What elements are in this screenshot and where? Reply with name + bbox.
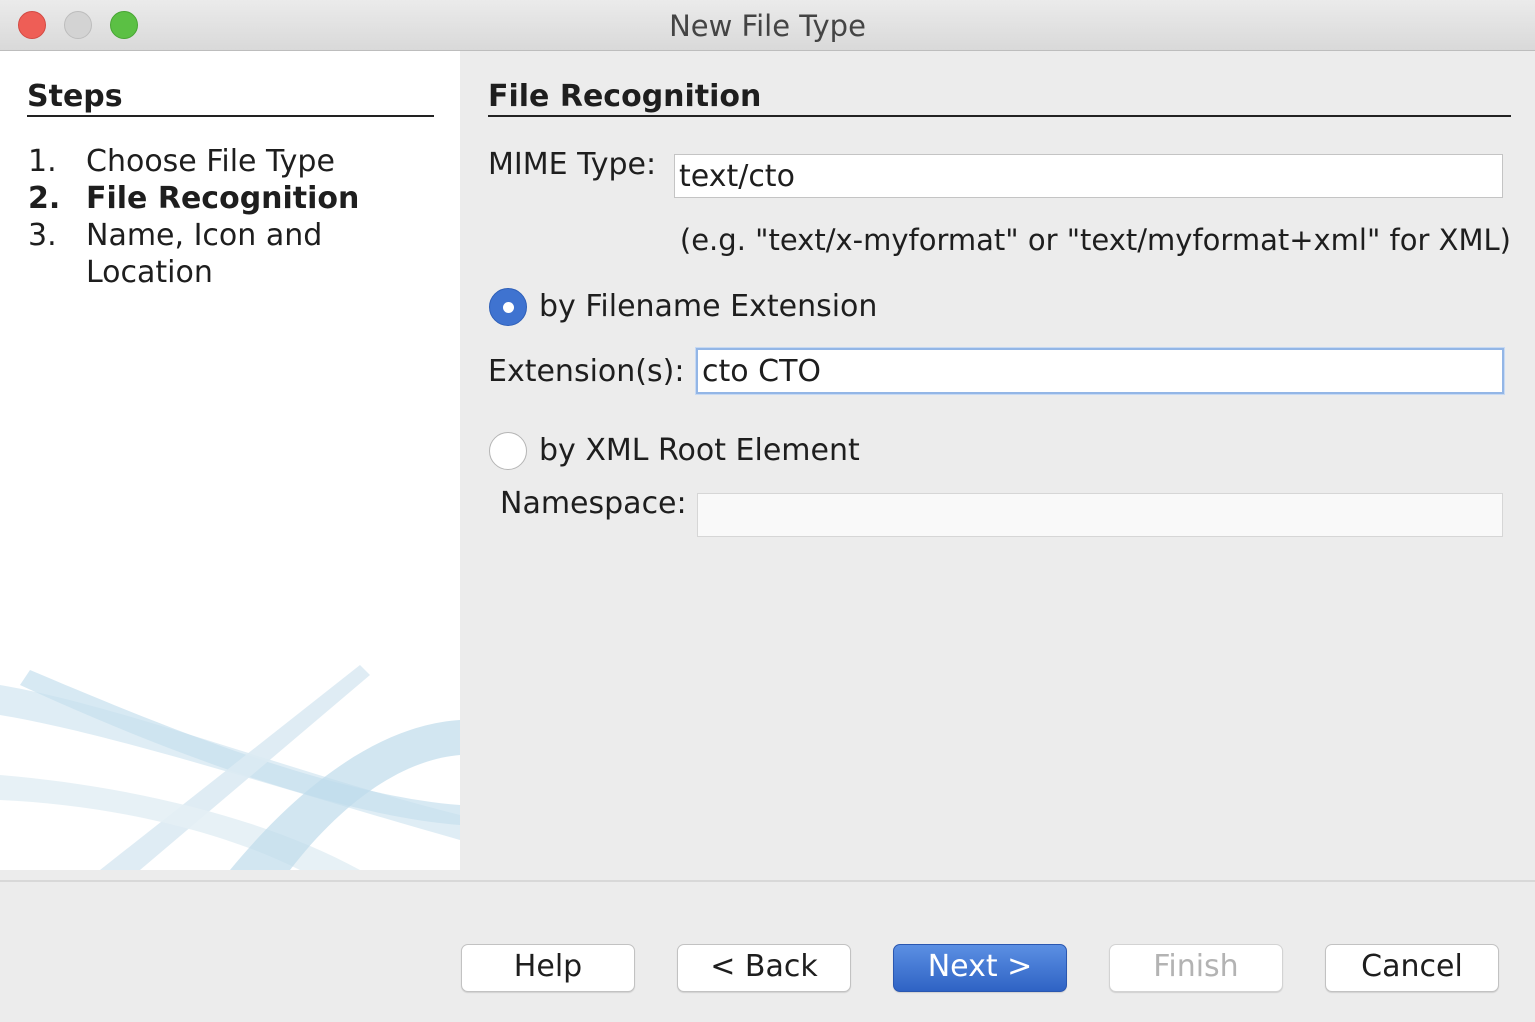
steps-panel: Steps 1. Choose File Type 2. File Recogn…	[0, 51, 460, 870]
extensions-label: Extension(s):	[488, 354, 685, 389]
back-button[interactable]: < Back	[677, 944, 851, 992]
step-number: 1.	[28, 144, 57, 179]
step-number: 2.	[28, 181, 61, 216]
cancel-button[interactable]: Cancel	[1325, 944, 1499, 992]
steps-divider	[27, 115, 434, 117]
xml-root-element-radio[interactable]	[489, 432, 527, 470]
step-number: 3.	[28, 218, 57, 253]
mime-type-label: MIME Type:	[488, 147, 657, 182]
section-divider	[488, 115, 1511, 117]
step-item: 3. Name, Icon and Location	[28, 217, 448, 291]
namespace-input[interactable]	[697, 493, 1503, 537]
step-item-current: 2. File Recognition	[28, 180, 448, 217]
title-bar: New File Type	[0, 0, 1535, 51]
filename-extension-radio[interactable]	[489, 288, 527, 326]
xml-root-element-radio-label[interactable]: by XML Root Element	[539, 433, 860, 468]
filename-extension-radio-label[interactable]: by Filename Extension	[539, 289, 877, 324]
extensions-input[interactable]	[696, 348, 1504, 394]
footer-divider	[0, 880, 1535, 882]
mime-type-hint: (e.g. "text/x-myformat" or "text/myforma…	[679, 223, 1511, 257]
next-button[interactable]: Next >	[893, 944, 1067, 992]
steps-title: Steps	[27, 79, 123, 114]
window-title: New File Type	[669, 9, 866, 43]
step-item: 1. Choose File Type	[28, 143, 448, 180]
decorative-swoosh-image	[0, 665, 460, 870]
step-label: Name, Icon and Location	[86, 218, 323, 290]
step-label: File Recognition	[86, 181, 360, 216]
section-title: File Recognition	[488, 79, 762, 114]
help-button[interactable]: Help	[461, 944, 635, 992]
namespace-label: Namespace:	[500, 486, 687, 521]
finish-button[interactable]: Finish	[1109, 944, 1283, 992]
file-recognition-panel: File Recognition MIME Type: (e.g. "text/…	[460, 51, 1535, 880]
step-label: Choose File Type	[86, 144, 335, 179]
steps-list: 1. Choose File Type 2. File Recognition …	[28, 143, 448, 291]
mime-type-input[interactable]	[674, 154, 1503, 198]
